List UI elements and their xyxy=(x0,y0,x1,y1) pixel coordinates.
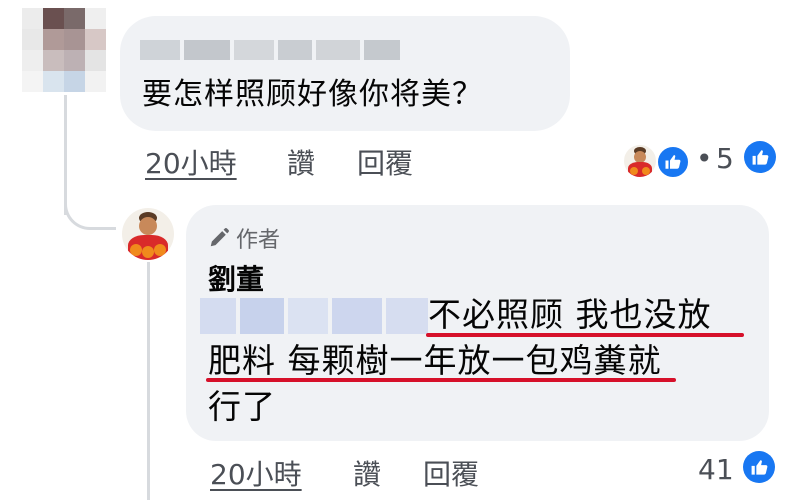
reply-text-line3: 行了 xyxy=(208,387,276,426)
commenter-avatar-blurred[interactable] xyxy=(22,8,106,92)
reply-text-line1: 不必照顾 我也没放 xyxy=(428,295,712,334)
author-avatar[interactable] xyxy=(122,208,174,260)
comment-text: 要怎样照顾好像你将美？ xyxy=(142,77,483,112)
thread-connector xyxy=(64,175,116,230)
reaction-count[interactable]: 5 xyxy=(716,142,734,175)
reply-reaction-count[interactable]: 41 xyxy=(698,453,734,486)
reply-reply-button[interactable]: 回覆 xyxy=(423,453,479,493)
separator-dot: • xyxy=(696,142,713,175)
highlight-underline xyxy=(206,378,676,382)
reply-like-button[interactable]: 讚 xyxy=(353,453,381,493)
thread-line-reply xyxy=(147,262,150,500)
reactor-avatar[interactable] xyxy=(622,143,658,179)
reply-timestamp[interactable]: 20小時 xyxy=(210,453,302,493)
author-badge: 作者 xyxy=(208,222,280,254)
highlight-underline xyxy=(426,333,744,337)
author-name[interactable]: 劉董 xyxy=(208,258,264,298)
thumbs-up-icon[interactable] xyxy=(743,451,775,483)
comment-timestamp[interactable]: 20小時 xyxy=(145,142,237,182)
like-button[interactable]: 讚 xyxy=(287,142,315,182)
commenter-name-blurred[interactable] xyxy=(140,40,400,60)
author-label: 作者 xyxy=(236,228,281,253)
mentioned-name-blurred[interactable] xyxy=(200,298,428,334)
thumbs-up-icon[interactable] xyxy=(656,145,690,179)
pencil-icon xyxy=(208,227,230,249)
reply-button[interactable]: 回覆 xyxy=(357,142,413,182)
reply-text-line2: 肥料 每颗樹一年放一包鸡糞就 xyxy=(208,341,662,380)
thumbs-up-icon[interactable] xyxy=(744,141,776,173)
